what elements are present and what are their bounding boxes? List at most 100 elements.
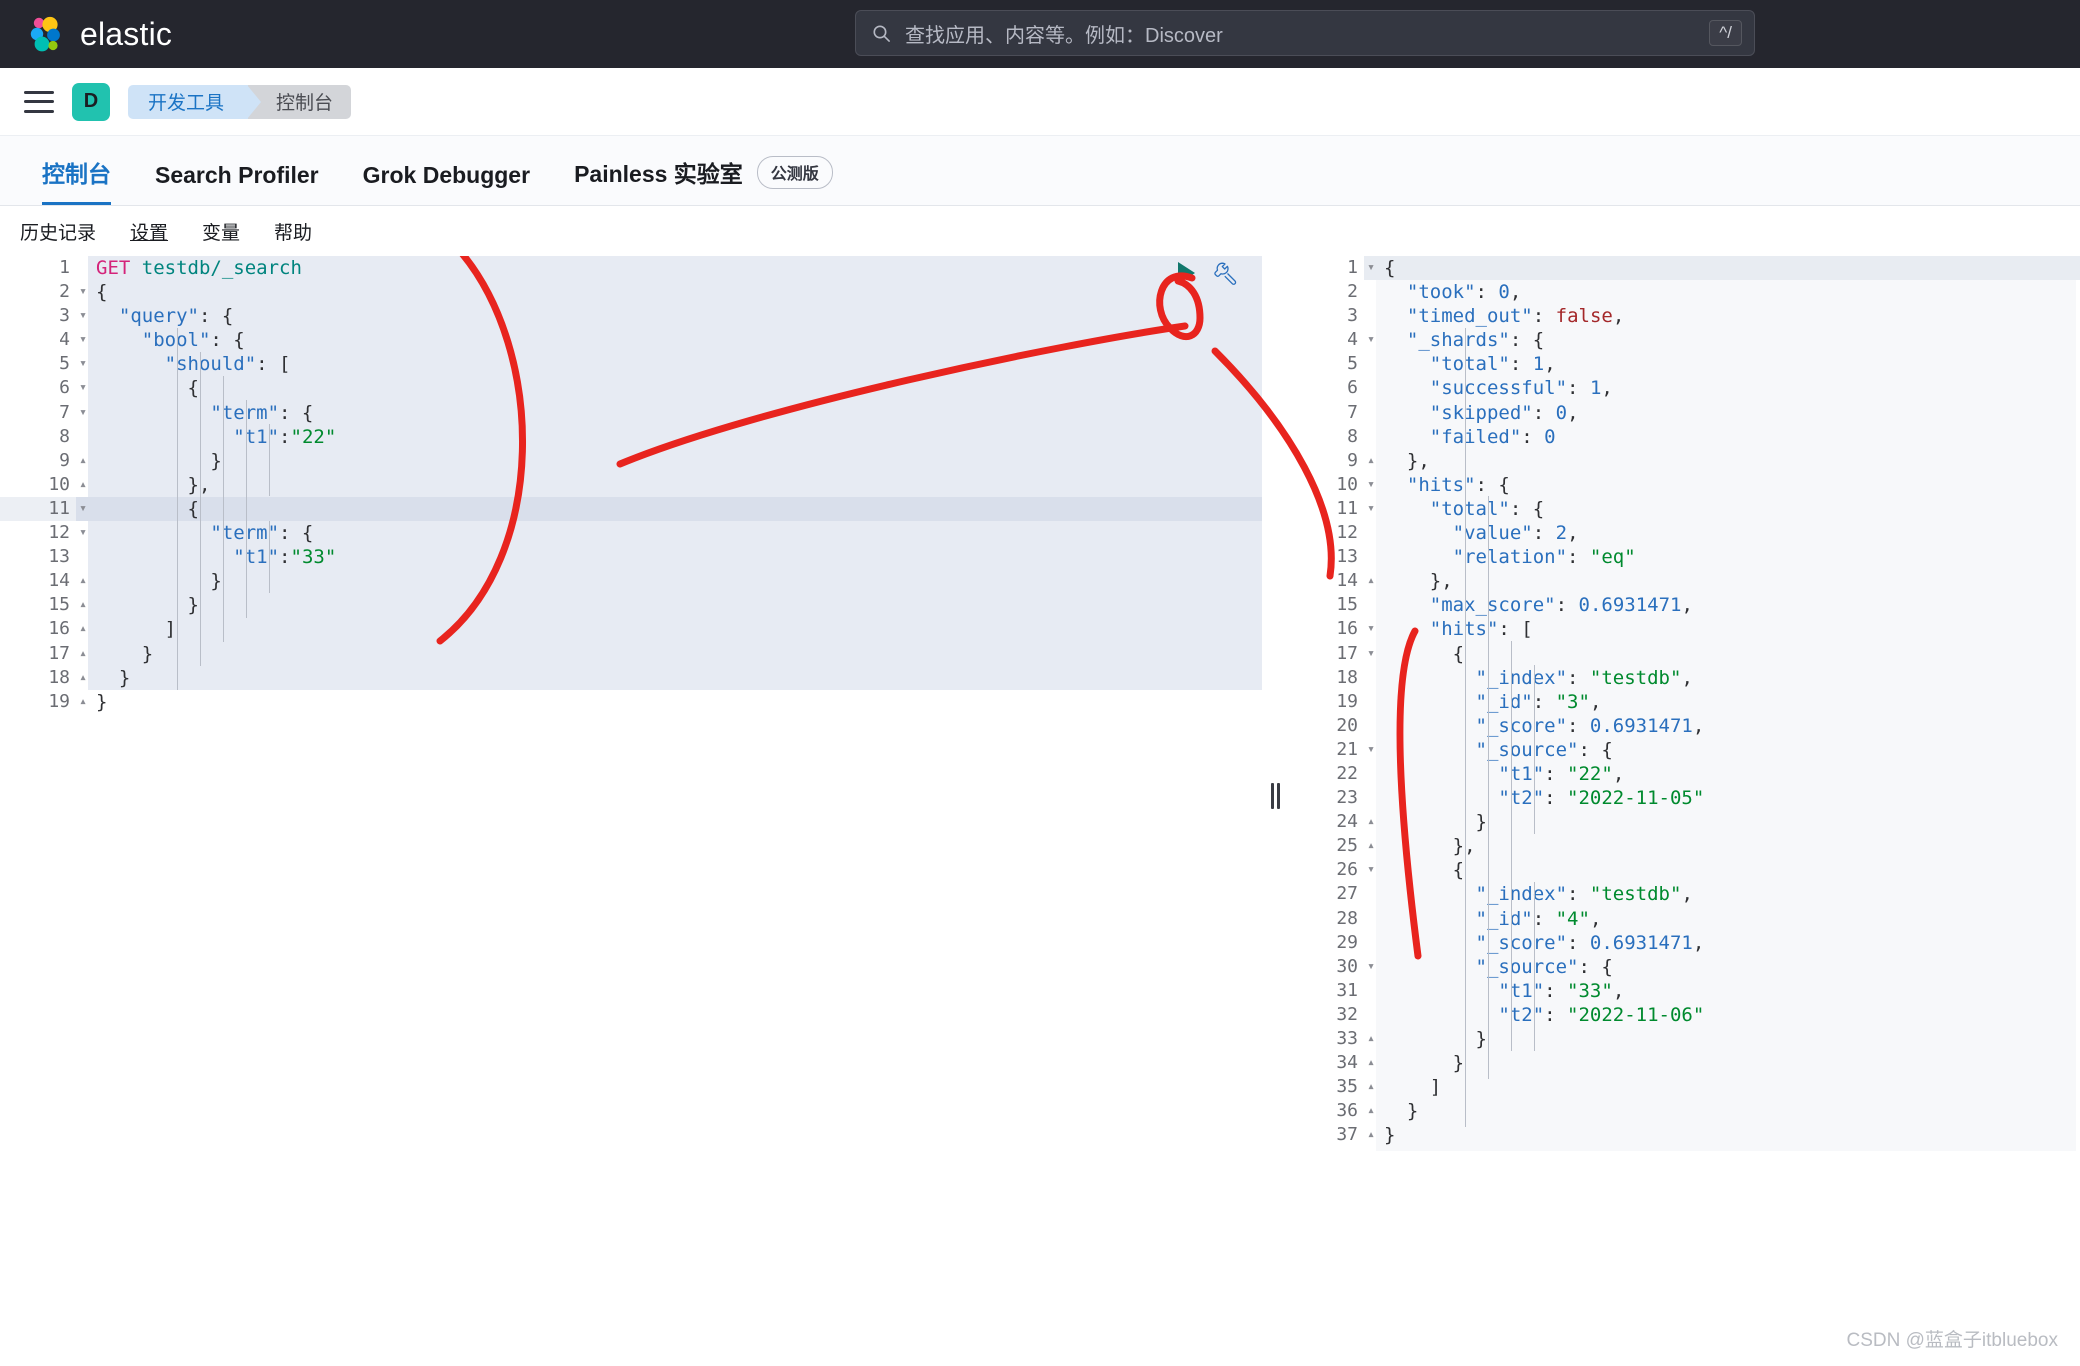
fold-down-icon[interactable]: ▾ xyxy=(76,352,90,376)
code-line-content[interactable]: ] xyxy=(1364,1075,2080,1099)
editor-line[interactable]: 8 "t1":"22" xyxy=(0,424,1262,449)
code-line-content[interactable]: "skipped": 0, xyxy=(1364,401,2080,425)
editor-line[interactable]: 6 "successful": 1, xyxy=(1288,376,2080,401)
fold-down-icon[interactable]: ▾ xyxy=(1364,617,1378,641)
code-line-content[interactable]: "term": { xyxy=(76,521,1262,545)
editor-line[interactable]: 33 ▴ } xyxy=(1288,1027,2080,1052)
editor-line[interactable]: 10 ▾ "hits": { xyxy=(1288,472,2080,497)
code-line-content[interactable]: } xyxy=(1364,1027,2080,1051)
code-line-content[interactable]: "relation": "eq" xyxy=(1364,545,2080,569)
code-line-content[interactable]: } xyxy=(1364,810,2080,834)
play-triangle-icon[interactable] xyxy=(1178,262,1195,284)
code-line-content[interactable]: "_id": "3", xyxy=(1364,690,2080,714)
editor-line[interactable]: 6 ▾ { xyxy=(0,376,1262,401)
editor-line[interactable]: 18 "_index": "testdb", xyxy=(1288,665,2080,690)
editor-line[interactable]: 11 ▾ "total": { xyxy=(1288,496,2080,522)
hamburger-menu-icon[interactable] xyxy=(24,90,54,113)
editor-line[interactable]: 7 "skipped": 0, xyxy=(1288,400,2080,425)
code-line-content[interactable]: "query": { xyxy=(76,304,1262,328)
subtool-help[interactable]: 帮助 xyxy=(274,218,312,245)
editor-line[interactable]: 12 ▾ "term": { xyxy=(0,521,1262,546)
fold-up-icon[interactable]: ▴ xyxy=(1364,1027,1378,1051)
editor-line[interactable]: 19 "_id": "3", xyxy=(1288,689,2080,714)
fold-up-icon[interactable]: ▴ xyxy=(1364,1099,1378,1123)
editor-line[interactable]: 15 ▴ } xyxy=(0,593,1262,618)
editor-line[interactable]: 37 ▴} xyxy=(1288,1123,2080,1148)
editor-line[interactable]: 16 ▴ ] xyxy=(0,617,1262,642)
code-line-content[interactable]: "should": [ xyxy=(76,352,1262,376)
code-line-content[interactable]: "t1":"22" xyxy=(76,425,1262,449)
editor-line[interactable]: 14 ▴ } xyxy=(0,569,1262,594)
fold-down-icon[interactable]: ▾ xyxy=(76,497,90,521)
editor-line[interactable]: 15 "max_score": 0.6931471, xyxy=(1288,593,2080,618)
code-line-content[interactable]: "failed": 0 xyxy=(1364,425,2080,449)
editor-line[interactable]: 5 ▾ "should": [ xyxy=(0,352,1262,377)
response-editor-rows[interactable]: 1 ▾{2 "took": 0, 3 "timed_out": false, 4 ▾ "… xyxy=(1288,256,2080,1148)
editor-line[interactable]: 17 ▾ { xyxy=(1288,641,2080,666)
fold-up-icon[interactable]: ▴ xyxy=(1364,449,1378,473)
editor-line[interactable]: 5 "total": 1, xyxy=(1288,352,2080,377)
code-line-content[interactable]: } xyxy=(76,449,1262,473)
code-line-content[interactable]: GET testdb/_search xyxy=(76,256,1262,280)
code-line-content[interactable]: "total": 1, xyxy=(1364,352,2080,376)
fold-up-icon[interactable]: ▴ xyxy=(1364,834,1378,858)
code-line-content[interactable]: }, xyxy=(1364,449,2080,473)
code-line-content[interactable]: "_score": 0.6931471, xyxy=(1364,714,2080,738)
code-line-content[interactable]: { xyxy=(1364,256,2080,281)
code-line-content[interactable]: { xyxy=(76,496,1262,522)
editor-line[interactable]: 30 ▾ "_source": { xyxy=(1288,954,2080,979)
fold-down-icon[interactable]: ▾ xyxy=(1364,858,1378,882)
editor-line[interactable]: 29 "_score": 0.6931471, xyxy=(1288,930,2080,955)
editor-line[interactable]: 10 ▴ }, xyxy=(0,472,1262,497)
editor-line[interactable]: 35 ▴ ] xyxy=(1288,1075,2080,1100)
editor-line[interactable]: 34 ▴ } xyxy=(1288,1051,2080,1076)
editor-line[interactable]: 9 ▴ }, xyxy=(1288,448,2080,473)
fold-down-icon[interactable]: ▾ xyxy=(1364,738,1378,762)
code-line-content[interactable]: "t1": "33", xyxy=(1364,979,2080,1003)
tab-painless-lab[interactable]: Painless 实验室 公测版 xyxy=(552,155,855,205)
editor-line[interactable]: 3 "timed_out": false, xyxy=(1288,304,2080,329)
subtool-history[interactable]: 历史记录 xyxy=(20,218,96,245)
code-line-content[interactable]: } xyxy=(76,593,1262,617)
fold-up-icon[interactable]: ▴ xyxy=(76,642,90,666)
fold-up-icon[interactable]: ▴ xyxy=(76,569,90,593)
code-line-content[interactable]: }, xyxy=(1364,834,2080,858)
tab-search-profiler[interactable]: Search Profiler xyxy=(133,162,341,205)
code-line-content[interactable]: { xyxy=(76,280,1262,304)
fold-down-icon[interactable]: ▾ xyxy=(1364,642,1378,666)
code-line-content[interactable]: "hits": [ xyxy=(1364,617,2080,641)
fold-down-icon[interactable]: ▾ xyxy=(1364,497,1378,521)
editor-line[interactable]: 11 ▾ { xyxy=(0,496,1262,522)
code-line-content[interactable]: "hits": { xyxy=(1364,473,2080,497)
code-line-content[interactable]: "_index": "testdb", xyxy=(1364,882,2080,906)
code-line-content[interactable]: } xyxy=(1364,1123,2080,1147)
editor-line[interactable]: 12 "value": 2, xyxy=(1288,521,2080,546)
fold-up-icon[interactable]: ▴ xyxy=(1364,1123,1378,1147)
editor-line[interactable]: 4 ▾ "_shards": { xyxy=(1288,328,2080,353)
code-line-content[interactable]: } xyxy=(1364,1051,2080,1075)
editor-line[interactable]: 3 ▾ "query": { xyxy=(0,304,1262,329)
breadcrumb-item-console[interactable]: 控制台 xyxy=(248,84,352,119)
code-line-content[interactable]: "_source": { xyxy=(1364,738,2080,762)
editor-line[interactable]: 2 ▾ { xyxy=(0,280,1262,305)
fold-down-icon[interactable]: ▾ xyxy=(76,401,90,425)
editor-line[interactable]: 24 ▴ } xyxy=(1288,810,2080,835)
editor-line[interactable]: 22 "t1": "22", xyxy=(1288,761,2080,787)
code-line-content[interactable]: "_index": "testdb", xyxy=(1364,666,2080,690)
editor-line[interactable]: 1 ▾ { xyxy=(1288,256,2080,281)
editor-line[interactable]: 26 ▾ { xyxy=(1288,858,2080,883)
code-line-content[interactable]: "t2": "2022-11-06" xyxy=(1364,1003,2080,1027)
editor-line[interactable]: 16▾ "hits": [ xyxy=(1288,617,2080,642)
editor-line[interactable]: 20 "_score": 0.6931471, xyxy=(1288,713,2080,738)
request-editor-rows[interactable]: 1GET testdb/_search2▾{3▾ "query": {4▾ "b… xyxy=(0,256,1262,714)
code-line-content[interactable]: { xyxy=(76,376,1262,400)
fold-up-icon[interactable]: ▴ xyxy=(76,666,90,690)
fold-down-icon[interactable]: ▾ xyxy=(76,280,90,304)
space-avatar[interactable]: D xyxy=(72,82,110,121)
editor-line[interactable]: 23 "t2": "2022-11-05" xyxy=(1288,786,2080,811)
subtool-settings[interactable]: 设置 xyxy=(130,218,168,245)
tab-console[interactable]: 控制台 xyxy=(20,155,133,205)
breadcrumb-item-dev-tools[interactable]: 开发工具 xyxy=(128,84,262,119)
code-line-content[interactable]: "term": { xyxy=(76,401,1262,425)
fold-down-icon[interactable]: ▾ xyxy=(76,376,90,400)
